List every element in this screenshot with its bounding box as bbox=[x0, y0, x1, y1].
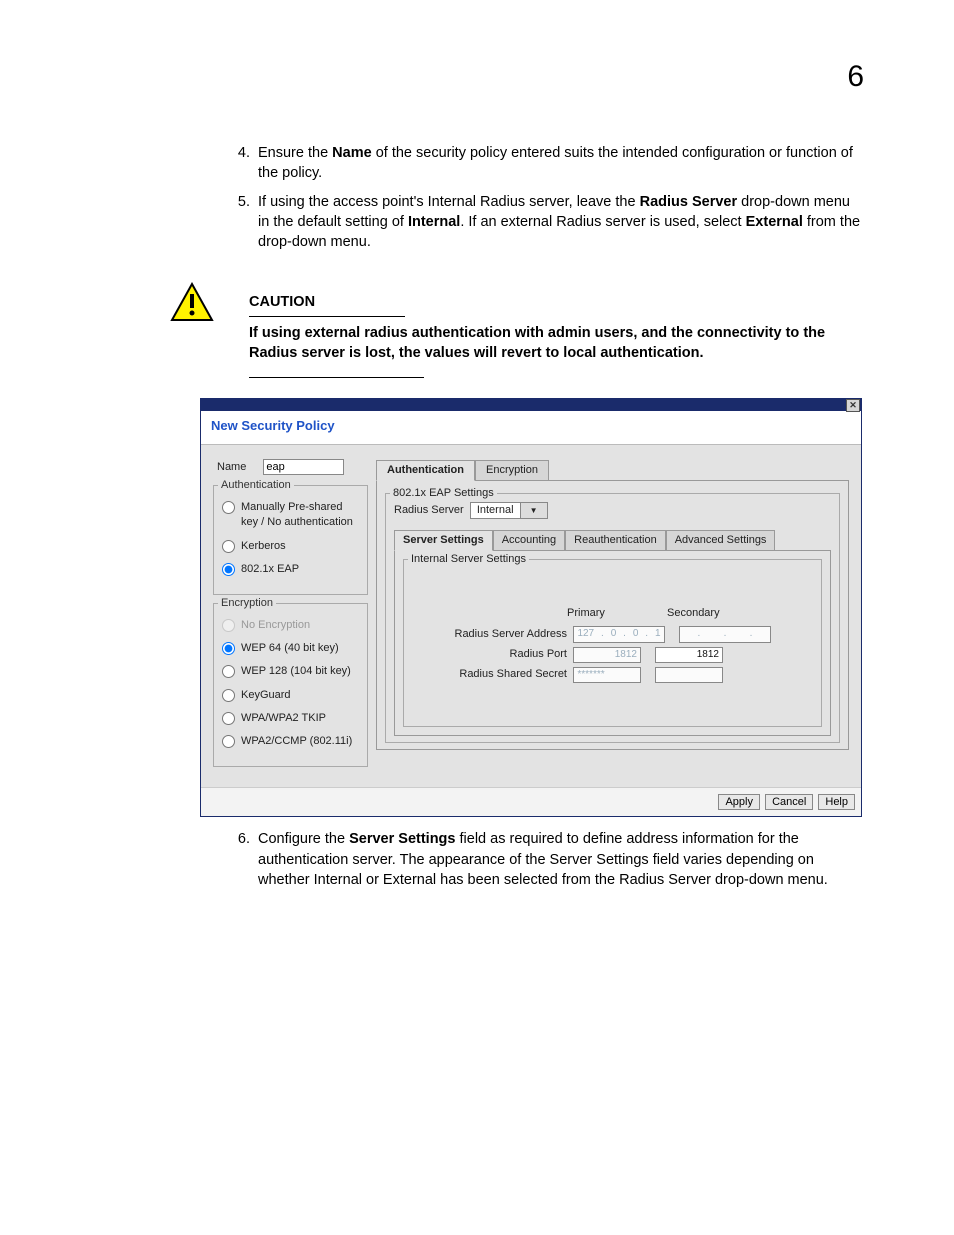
cancel-button[interactable]: Cancel bbox=[765, 794, 813, 810]
label: WPA/WPA2 TKIP bbox=[241, 711, 326, 726]
subtab-reauthentication[interactable]: Reauthentication bbox=[565, 530, 666, 551]
step-number: 4. bbox=[180, 143, 258, 184]
bold: Name bbox=[332, 145, 372, 161]
tab-body: 802.1x EAP Settings Radius Server Intern… bbox=[376, 480, 849, 750]
step-4-text: Ensure the Name of the security policy e… bbox=[258, 143, 864, 184]
label: WEP 64 (40 bit key) bbox=[241, 641, 339, 656]
caution-block: CAUTION If using external radius authent… bbox=[170, 282, 864, 378]
text: Configure the bbox=[258, 831, 349, 847]
secondary-header: Secondary bbox=[667, 606, 767, 621]
enc-option-keyguard[interactable]: KeyGuard bbox=[220, 688, 361, 703]
radius-port-label: Radius Port bbox=[412, 647, 573, 662]
authentication-fieldset: Authentication Manually Pre-shared key /… bbox=[213, 485, 368, 595]
internal-server-fieldset: Internal Server Settings Primary Seconda… bbox=[403, 559, 822, 727]
step-5: 5. If using the access point's Internal … bbox=[180, 192, 864, 253]
subtab-accounting[interactable]: Accounting bbox=[493, 530, 565, 551]
subtab-body: Internal Server Settings Primary Seconda… bbox=[394, 550, 831, 736]
chevron-down-icon: ▼ bbox=[520, 503, 547, 518]
label: No Encryption bbox=[241, 618, 310, 633]
primary-ip-input[interactable]: 127. 0. 0. 1 bbox=[573, 626, 665, 643]
tab-authentication[interactable]: Authentication bbox=[376, 460, 475, 481]
enc-legend: Encryption bbox=[218, 596, 276, 611]
eap-legend: 802.1x EAP Settings bbox=[390, 486, 497, 501]
step-6-text: Configure the Server Settings field as r… bbox=[258, 829, 864, 890]
label: Kerberos bbox=[241, 539, 286, 554]
enc-option-wep64[interactable]: WEP 64 (40 bit key) bbox=[220, 641, 361, 656]
bold: External bbox=[746, 214, 803, 230]
enc-option-none: No Encryption bbox=[220, 618, 361, 633]
panel-title: New Security Policy bbox=[201, 411, 861, 444]
text: Ensure the bbox=[258, 145, 332, 161]
label: WPA2/CCMP (802.11i) bbox=[241, 734, 352, 749]
auth-option-kerberos[interactable]: Kerberos bbox=[220, 539, 361, 554]
primary-header: Primary bbox=[567, 606, 667, 621]
close-icon[interactable]: ✕ bbox=[846, 399, 860, 412]
label: Manually Pre-shared key / No authenticat… bbox=[241, 500, 361, 531]
tabs: Authentication Encryption bbox=[376, 459, 849, 480]
caution-icon bbox=[170, 282, 214, 328]
subtab-server-settings[interactable]: Server Settings bbox=[394, 530, 493, 551]
subtabs: Server Settings Accounting Reauthenticat… bbox=[394, 529, 831, 550]
step-number: 5. bbox=[180, 192, 258, 253]
enc-option-wpa2-ccmp[interactable]: WPA2/CCMP (802.11i) bbox=[220, 734, 361, 749]
enc-option-wpa-tkip[interactable]: WPA/WPA2 TKIP bbox=[220, 711, 361, 726]
radius-address-label: Radius Server Address bbox=[412, 627, 573, 642]
auth-option-eap[interactable]: 802.1x EAP bbox=[220, 562, 361, 577]
page-number: 6 bbox=[847, 60, 864, 94]
caution-title: CAUTION bbox=[249, 292, 405, 316]
bottom-bar: Apply Cancel Help bbox=[201, 787, 861, 816]
radius-secret-label: Radius Shared Secret bbox=[412, 667, 573, 682]
octet: 0 bbox=[611, 627, 617, 641]
text: . If an external Radius server is used, … bbox=[460, 214, 745, 230]
bold: Server Settings bbox=[349, 831, 455, 847]
eap-settings-fieldset: 802.1x EAP Settings Radius Server Intern… bbox=[385, 493, 840, 743]
text: If using the access point's Internal Rad… bbox=[258, 194, 640, 210]
primary-secret-input[interactable] bbox=[573, 667, 641, 683]
octet: 0 bbox=[633, 627, 639, 641]
secondary-port-input[interactable] bbox=[655, 647, 723, 663]
step-4: 4. Ensure the Name of the security polic… bbox=[180, 143, 864, 184]
help-button[interactable]: Help bbox=[818, 794, 855, 810]
auth-option-manual[interactable]: Manually Pre-shared key / No authenticat… bbox=[220, 500, 361, 531]
tab-encryption[interactable]: Encryption bbox=[475, 460, 549, 481]
radius-server-label: Radius Server bbox=[394, 504, 464, 516]
bold: Radius Server bbox=[640, 194, 738, 210]
name-input[interactable] bbox=[263, 459, 344, 475]
bold: Internal bbox=[408, 214, 460, 230]
name-label: Name bbox=[217, 461, 246, 473]
apply-button[interactable]: Apply bbox=[718, 794, 760, 810]
octet: 1 bbox=[655, 627, 661, 641]
label: WEP 128 (104 bit key) bbox=[241, 664, 351, 679]
step-number: 6. bbox=[180, 829, 258, 890]
octet: 127 bbox=[577, 627, 594, 641]
step-5-text: If using the access point's Internal Rad… bbox=[258, 192, 864, 253]
subtab-advanced[interactable]: Advanced Settings bbox=[666, 530, 776, 551]
encryption-fieldset: Encryption No Encryption WEP 64 (40 bit … bbox=[213, 603, 368, 767]
primary-port-input[interactable] bbox=[573, 647, 641, 663]
server-legend: Internal Server Settings bbox=[408, 552, 529, 567]
dropdown-value: Internal bbox=[471, 503, 520, 518]
radius-server-dropdown[interactable]: Internal ▼ bbox=[470, 502, 548, 519]
label: 802.1x EAP bbox=[241, 562, 299, 577]
caution-text: If using external radius authentication … bbox=[249, 323, 864, 364]
label: KeyGuard bbox=[241, 688, 291, 703]
secondary-secret-input[interactable] bbox=[655, 667, 723, 683]
app-window: ✕ New Security Policy Name Authenticatio… bbox=[200, 398, 862, 817]
step-6: 6. Configure the Server Settings field a… bbox=[180, 829, 864, 890]
titlebar: ✕ bbox=[201, 399, 861, 411]
auth-legend: Authentication bbox=[218, 478, 294, 493]
enc-option-wep128[interactable]: WEP 128 (104 bit key) bbox=[220, 664, 361, 679]
secondary-ip-input[interactable]: . . . bbox=[679, 626, 771, 643]
caution-underline bbox=[249, 377, 424, 378]
